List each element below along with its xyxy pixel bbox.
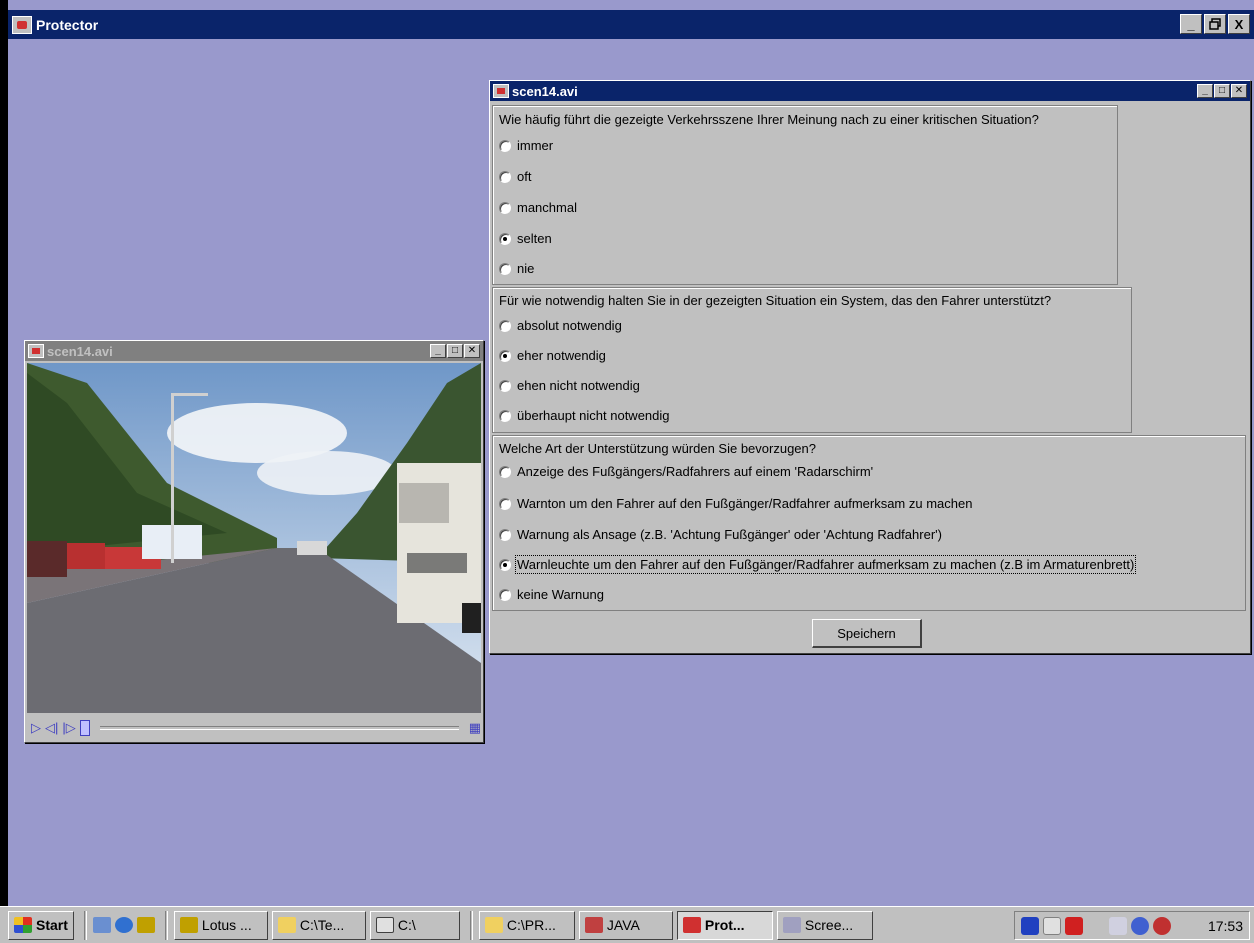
tray-app-icon[interactable]: [1153, 916, 1171, 935]
film-icon[interactable]: ▦: [469, 720, 481, 736]
radio-button[interactable]: [499, 528, 511, 541]
taskbar-separator: [83, 910, 87, 940]
save-button[interactable]: Speichern: [812, 619, 922, 648]
clock: 17:53: [1207, 917, 1243, 934]
speaker-icon[interactable]: [1087, 916, 1105, 935]
windows-logo-icon: [14, 917, 32, 933]
radio-button[interactable]: [499, 170, 511, 183]
street-scene-image: [27, 363, 481, 713]
radio-option[interactable]: keine Warnung: [499, 587, 604, 602]
maximize-button[interactable]: □: [1214, 84, 1230, 98]
close-button[interactable]: ✕: [1231, 84, 1247, 98]
taskbar-item-screen[interactable]: Scree...: [776, 910, 873, 940]
questionnaire-title: scen14.avi: [512, 83, 578, 99]
step-back-icon[interactable]: ◁|: [45, 720, 58, 736]
radio-button[interactable]: [499, 497, 511, 510]
taskbar: Start Lotus ... C:\Te... C:\ C:\PR... JA…: [0, 906, 1254, 943]
play-icon[interactable]: ▷: [31, 720, 41, 736]
tray-app-icon[interactable]: [1109, 916, 1127, 935]
radio-option[interactable]: absolut notwendig: [499, 318, 622, 333]
search-icon[interactable]: [1131, 916, 1149, 935]
radio-option[interactable]: Anzeige des Fußgängers/Radfahrers auf ei…: [499, 464, 873, 479]
java-icon: [584, 917, 603, 933]
video-frame: [27, 363, 481, 713]
radio-button[interactable]: [499, 201, 511, 214]
questionnaire-title-bar[interactable]: scen14.avi _ □ ✕: [490, 81, 1250, 101]
radio-option[interactable]: immer: [499, 138, 553, 153]
question-3-panel: Welche Art der Unterstützung würden Sie …: [492, 435, 1246, 611]
lotus-icon[interactable]: [136, 917, 155, 933]
radio-button[interactable]: [499, 262, 511, 275]
question-2-text: Für wie notwendig halten Sie in der geze…: [499, 293, 1052, 308]
video-controls: ▷ ◁| |▷ ▦: [27, 715, 481, 741]
java-app-icon: [682, 917, 701, 933]
radio-button[interactable]: [499, 379, 511, 392]
video-title-bar[interactable]: scen14.avi _ □ ✕: [25, 341, 483, 361]
screen-icon: [782, 917, 801, 933]
step-forward-icon[interactable]: |▷: [62, 720, 75, 736]
minimize-button[interactable]: _: [430, 344, 446, 358]
taskbar-item-drive-c[interactable]: C:\: [369, 910, 460, 940]
java-cup-icon: [493, 84, 509, 98]
radio-button[interactable]: [499, 319, 511, 332]
maximize-button[interactable]: □: [447, 344, 463, 358]
app-title-bar[interactable]: Protector _ X: [8, 10, 1254, 39]
lotus-icon: [179, 917, 198, 933]
radio-button-selected[interactable]: [499, 558, 511, 571]
taskbar-item-protector[interactable]: Prot...: [676, 910, 773, 940]
question-1-panel: Wie häufig führt die gezeigte Verkehrssz…: [492, 105, 1118, 285]
radio-button[interactable]: [499, 139, 511, 152]
question-3-text: Welche Art der Unterstützung würden Sie …: [499, 441, 816, 456]
close-button[interactable]: X: [1228, 14, 1250, 34]
app-window-controls: _ X: [1180, 14, 1250, 34]
shield-icon[interactable]: [1021, 916, 1039, 935]
seek-slider-thumb[interactable]: [79, 720, 90, 736]
video-title: scen14.avi: [47, 343, 113, 359]
radio-option[interactable]: ehen nicht notwendig: [499, 378, 640, 393]
folder-icon: [484, 917, 503, 933]
taskbar-item-lotus[interactable]: Lotus ...: [173, 910, 268, 940]
radio-option[interactable]: Warnung als Ansage (z.B. 'Achtung Fußgän…: [499, 527, 942, 542]
radio-button-selected[interactable]: [499, 349, 511, 362]
desktop-icon[interactable]: [92, 917, 111, 933]
questionnaire-window: scen14.avi _ □ ✕ Wie häufig führt die ge…: [489, 80, 1251, 654]
close-button[interactable]: ✕: [464, 344, 480, 358]
taskbar-item-folder-te[interactable]: C:\Te...: [271, 910, 366, 940]
question-1-text: Wie häufig führt die gezeigte Verkehrssz…: [499, 112, 1039, 127]
drive-icon: [375, 917, 394, 933]
taskbar-item-folder-pr[interactable]: C:\PR...: [478, 910, 575, 940]
radio-option[interactable]: eher notwendig: [499, 348, 606, 363]
radio-option[interactable]: selten: [499, 231, 552, 246]
radio-option[interactable]: manchmal: [499, 200, 577, 215]
radio-button[interactable]: [499, 409, 511, 422]
taskbar-item-java[interactable]: JAVA: [578, 910, 673, 940]
taskbar-separator: [469, 910, 473, 940]
restore-icon: [1209, 18, 1221, 30]
radio-option[interactable]: oft: [499, 169, 531, 184]
system-tray: 17:53: [1014, 911, 1250, 940]
question-2-panel: Für wie notwendig halten Sie in der geze…: [492, 287, 1132, 433]
radio-option[interactable]: Warnton um den Fahrer auf den Fußgänger/…: [499, 496, 972, 511]
app-title: Protector: [36, 16, 99, 33]
network-icon[interactable]: [1043, 916, 1061, 935]
radio-option[interactable]: nie: [499, 261, 534, 276]
seek-slider-track[interactable]: [99, 726, 459, 730]
ati-icon[interactable]: [1065, 916, 1083, 935]
minimize-button[interactable]: _: [1197, 84, 1213, 98]
radio-option[interactable]: überhaupt nicht notwendig: [499, 408, 670, 423]
screen-edge: [0, 0, 8, 943]
radio-button[interactable]: [499, 465, 511, 478]
folder-icon: [277, 917, 296, 933]
radio-button[interactable]: [499, 588, 511, 601]
java-app-icon[interactable]: [12, 15, 32, 34]
video-window: scen14.avi _ □ ✕ ▷ ◁| |▷ ▦: [24, 340, 484, 743]
restore-button[interactable]: [1204, 14, 1226, 34]
minimize-button[interactable]: _: [1180, 14, 1202, 34]
taskbar-separator: [164, 910, 168, 940]
java-cup-icon: [28, 344, 44, 358]
radio-button-selected[interactable]: [499, 232, 511, 245]
radio-option[interactable]: Warnleuchte um den Fahrer auf den Fußgän…: [499, 555, 1137, 574]
ie-icon[interactable]: [114, 917, 133, 933]
start-button[interactable]: Start: [8, 910, 74, 940]
